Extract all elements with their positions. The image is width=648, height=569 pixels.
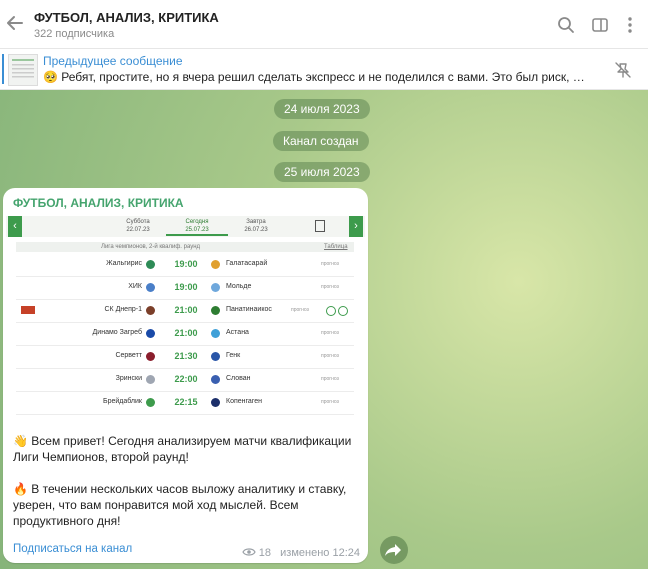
channel-post: ФУТБОЛ, АНАЛИЗ, КРИТИКА ‹ Суббота 22.07.2… xyxy=(3,188,368,563)
image-prognoz-label: прогноз xyxy=(321,399,339,405)
chat-background: 24 июля 2023 Канал создан 25 июля 2023 Ф… xyxy=(0,90,648,569)
team-logo-icon xyxy=(146,352,155,361)
image-home-team: ХИК xyxy=(128,283,142,290)
view-count: 18 xyxy=(258,547,271,559)
image-day-underline xyxy=(166,234,228,236)
image-prognoz-label: прогноз xyxy=(291,307,309,313)
image-match-row: СК Днепр-1 21:00 Панатинаикос прогноз xyxy=(16,300,354,323)
team-logo-icon xyxy=(146,329,155,338)
team-logo-icon xyxy=(146,398,155,407)
back-arrow-icon[interactable] xyxy=(4,12,26,34)
post-paragraph: 🔥 В течении нескольких часов выложу анал… xyxy=(13,482,347,528)
team-logo-icon xyxy=(211,283,220,292)
image-match-time: 21:00 xyxy=(174,305,198,315)
image-home-team: Жальгирис xyxy=(106,260,142,267)
post-channel-name[interactable]: ФУТБОЛ, АНАЛИЗ, КРИТИКА xyxy=(13,196,184,210)
post-meta: 18 изменено 12:24 xyxy=(242,547,360,559)
search-icon[interactable] xyxy=(556,15,576,35)
image-date-bar: ‹ Суббота 22.07.23 Сегодня 25.07.23 Завтра… xyxy=(6,216,365,237)
image-match-row: Брейдаблик 22:15 Копенгаген прогноз xyxy=(16,392,354,415)
post-text: 👋 Всем привет! Сегодня анализируем матчи… xyxy=(13,433,358,545)
unpin-icon[interactable] xyxy=(614,61,632,79)
image-away-team: Копенгаген xyxy=(226,398,262,405)
image-home-team: Динамо Загреб xyxy=(92,329,142,336)
edited-time: изменено 12:24 xyxy=(280,547,360,559)
pinned-thumbnail xyxy=(8,54,38,86)
image-league-bar: Лига чемпионов, 2-й квалиф. раунд Таблиц… xyxy=(16,242,354,252)
date-separator: 24 июля 2023 xyxy=(274,99,370,119)
image-match-time: 19:00 xyxy=(174,259,198,269)
broadcast-icon xyxy=(326,306,336,316)
team-logo-icon xyxy=(211,260,220,269)
image-day: Суббота 22.07.23 xyxy=(126,219,150,233)
image-away-team: Галатасарай xyxy=(226,260,268,267)
bookmaker-badge-icon xyxy=(21,306,35,314)
more-options-icon[interactable] xyxy=(620,15,640,35)
subscribe-link[interactable]: Подписаться на канал xyxy=(13,543,132,555)
image-match-row: ХИК 19:00 Мольде прогноз xyxy=(16,277,354,300)
image-away-team: Мольде xyxy=(226,283,252,290)
calendar-icon xyxy=(315,220,325,232)
team-logo-icon xyxy=(146,306,155,315)
sidebar-toggle-icon[interactable] xyxy=(590,15,610,35)
image-match-time: 19:00 xyxy=(174,282,198,292)
image-away-team: Панатинаикос xyxy=(226,306,272,313)
image-home-team: Брейдаблик xyxy=(102,398,142,405)
team-logo-icon xyxy=(146,260,155,269)
post-image[interactable]: ‹ Суббота 22.07.23 Сегодня 25.07.23 Завтра… xyxy=(6,216,365,418)
arrow-right-icon: › xyxy=(349,216,363,237)
channel-title[interactable]: ФУТБОЛ, АНАЛИЗ, КРИТИКА xyxy=(34,10,219,25)
image-prognoz-label: прогноз xyxy=(321,330,339,336)
image-league-name: Лига чемпионов, 2-й квалиф. раунд xyxy=(101,244,201,250)
image-day: Завтра 26.07.23 xyxy=(244,219,268,233)
image-match-time: 21:30 xyxy=(174,351,198,361)
image-prognoz-label: прогноз xyxy=(321,261,339,267)
image-match-row: Зрински 22:00 Слован прогноз xyxy=(16,369,354,392)
image-home-team: Зрински xyxy=(115,375,142,382)
pinned-indicator xyxy=(2,54,4,84)
service-message-channel-created: Канал создан xyxy=(273,131,369,151)
pinned-text: 🥺 Ребят, простите, но я вчера решил сдел… xyxy=(43,70,591,84)
image-match-row: Жальгирис 19:00 Галатасарай прогноз xyxy=(16,254,354,277)
image-match-time: 21:00 xyxy=(174,328,198,338)
team-logo-icon xyxy=(146,283,155,292)
image-match-row: Серветт 21:30 Генк прогноз xyxy=(16,346,354,369)
forward-button[interactable] xyxy=(380,536,408,564)
image-prognoz-label: прогноз xyxy=(321,284,339,290)
image-away-team: Слован xyxy=(226,375,251,382)
image-away-team: Генк xyxy=(226,352,241,359)
image-match-row: Динамо Загреб 21:00 Астана прогноз xyxy=(16,323,354,346)
team-logo-icon xyxy=(146,375,155,384)
subscriber-count: 322 подписчика xyxy=(34,28,115,40)
chat-header: ФУТБОЛ, АНАЛИЗ, КРИТИКА 322 подписчика xyxy=(0,0,648,49)
image-away-team: Астана xyxy=(226,329,249,336)
team-logo-icon xyxy=(211,352,220,361)
image-home-team: Серветт xyxy=(115,352,142,359)
forward-arrow-icon xyxy=(385,544,401,556)
image-match-time: 22:15 xyxy=(174,397,198,407)
post-paragraph: 👋 Всем привет! Сегодня анализируем матчи… xyxy=(13,434,352,464)
date-separator: 25 июля 2023 xyxy=(274,162,370,182)
team-logo-icon xyxy=(211,329,220,338)
pinned-message-bar[interactable]: Предыдущее сообщение 🥺 Ребят, простите, … xyxy=(0,49,648,90)
views-eye-icon xyxy=(242,548,256,556)
team-logo-icon xyxy=(211,375,220,384)
pinned-title: Предыдущее сообщение xyxy=(43,54,183,68)
image-home-team: СК Днепр-1 xyxy=(104,306,143,313)
team-logo-icon xyxy=(211,306,220,315)
image-day: Сегодня 25.07.23 xyxy=(185,219,209,233)
image-table-link: Таблица xyxy=(324,244,348,250)
image-match-time: 22:00 xyxy=(174,374,198,384)
team-logo-icon xyxy=(211,398,220,407)
arrow-left-icon: ‹ xyxy=(8,216,22,237)
play-icon xyxy=(338,306,348,316)
image-prognoz-label: прогноз xyxy=(321,353,339,359)
image-prognoz-label: прогноз xyxy=(321,376,339,382)
